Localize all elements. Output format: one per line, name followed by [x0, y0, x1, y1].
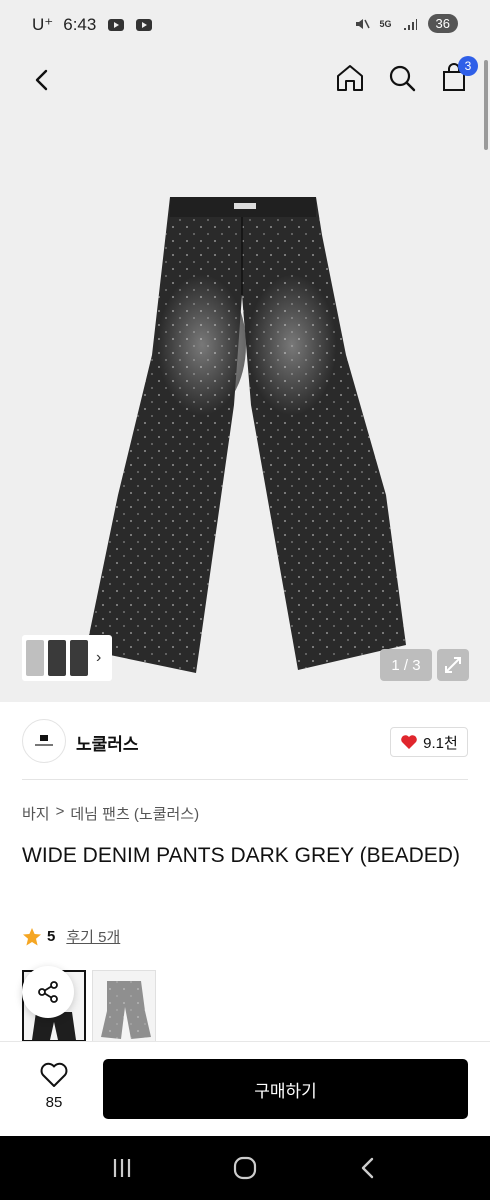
brand-like-button[interactable]: 9.1천 — [390, 727, 468, 757]
buy-button[interactable]: 구매하기 — [103, 1059, 468, 1119]
wifi-icon — [403, 18, 417, 30]
brand-logo[interactable] — [22, 719, 66, 763]
back-nav-icon[interactable] — [348, 1148, 388, 1188]
review-link[interactable]: 후기 5개 — [66, 926, 120, 947]
youtube-icon — [108, 19, 125, 31]
recent-apps-icon[interactable] — [102, 1148, 142, 1188]
mute-icon — [355, 18, 370, 29]
status-left: U⁺ 6:43 — [32, 15, 153, 35]
chevron-right-icon[interactable]: › — [96, 649, 101, 667]
product-gallery[interactable]: 3 › 1 / 3 — [0, 50, 490, 702]
youtube-icon — [136, 19, 153, 31]
scroll-indicator[interactable] — [484, 60, 488, 150]
header-actions: 3 — [334, 56, 478, 94]
clock: 6:43 — [63, 15, 97, 34]
search-icon[interactable] — [386, 62, 418, 94]
rating-score: 5 — [47, 928, 56, 945]
product-rating: 5 후기 5개 — [22, 926, 120, 947]
back-icon[interactable] — [28, 66, 56, 94]
brand-name[interactable]: 노쿨러스 — [76, 730, 139, 755]
product-title: WIDE DENIM PANTS DARK GREY (BEADED) — [22, 844, 460, 867]
cart-icon[interactable]: 3 — [438, 56, 478, 94]
cart-count-badge: 3 — [458, 56, 478, 76]
carrier-label: U⁺ — [32, 15, 54, 34]
status-bar: U⁺ 6:43 5G 36 — [0, 0, 490, 50]
star-icon — [23, 927, 41, 945]
wishlist-count: 85 — [45, 1094, 63, 1111]
breadcrumb-category[interactable]: 바지 — [22, 803, 50, 824]
breadcrumb: 바지 > 데님 팬츠 (노쿨러스) — [22, 803, 199, 824]
share-icon — [38, 981, 58, 1003]
heart-icon — [401, 735, 417, 749]
home-nav-icon[interactable] — [225, 1148, 265, 1188]
gallery-thumbnail[interactable] — [70, 640, 88, 676]
share-button[interactable] — [22, 966, 74, 1018]
status-right: 5G 36 — [354, 14, 458, 33]
product-image[interactable] — [86, 195, 408, 673]
divider — [22, 779, 468, 780]
gallery-thumbnail[interactable] — [26, 640, 44, 676]
system-navigation-bar — [0, 1136, 490, 1200]
variant-light-grey[interactable] — [92, 970, 156, 1042]
breadcrumb-separator: > — [55, 803, 65, 820]
gallery-counter: 1 / 3 — [380, 649, 432, 681]
wishlist-button[interactable]: 85 — [30, 1062, 78, 1111]
brand-like-count: 9.1천 — [423, 734, 458, 752]
gallery-thumbnail-strip[interactable]: › — [22, 635, 112, 681]
gallery-thumbnail[interactable] — [48, 640, 66, 676]
breadcrumb-subcategory[interactable]: 데님 팬츠 (노쿨러스) — [70, 803, 199, 824]
expand-icon[interactable] — [437, 649, 469, 681]
network-label: 5G — [379, 18, 392, 29]
purchase-bar: 85 구매하기 — [0, 1041, 490, 1136]
heart-outline-icon — [40, 1062, 68, 1087]
brand-row[interactable]: 노쿨러스 9.1천 — [0, 702, 490, 780]
battery-indicator: 36 — [427, 14, 458, 33]
home-icon[interactable] — [334, 62, 366, 94]
